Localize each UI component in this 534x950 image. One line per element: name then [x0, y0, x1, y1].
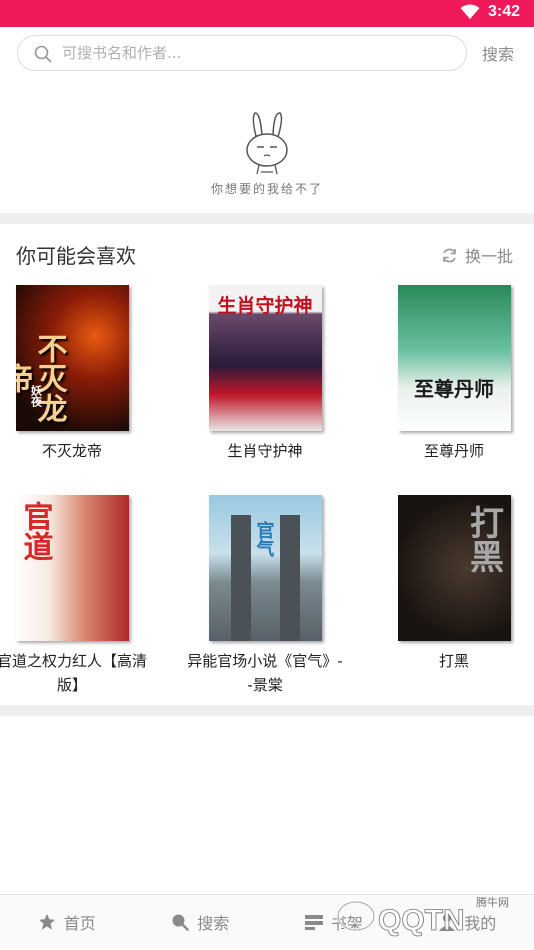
book-cover: 不灭龙帝 妖夜 [16, 285, 129, 431]
book-cover: 生肖守护神 [209, 285, 322, 431]
empty-state: 你想要的我给不了 [0, 80, 534, 213]
section-title: 你可能会喜欢 [16, 240, 136, 269]
gate-right [280, 515, 300, 641]
book-title: 至尊丹师 [374, 439, 534, 463]
book-cover: 官道 [16, 495, 129, 641]
cover-author: 妖夜 [28, 385, 44, 407]
book-title: 打黑 [374, 649, 534, 673]
status-bar: 3:42 [0, 0, 534, 27]
gate-left [231, 515, 251, 641]
book-item[interactable]: 生肖守护神 生肖守护神 [185, 285, 345, 463]
nav-label: 搜索 [197, 910, 229, 934]
book-item[interactable]: 至尊丹师 至尊丹师 [374, 285, 534, 463]
book-title: 生肖守护神 [185, 439, 345, 463]
rabbit-illustration [237, 110, 299, 176]
cover-title: 官气 [255, 521, 277, 557]
book-cover: 官气 [209, 495, 322, 641]
cover-title: 至尊丹师 [398, 373, 511, 402]
status-time: 3:42 [488, 3, 520, 21]
refresh-button[interactable]: 换一批 [441, 243, 513, 267]
search-input[interactable] [62, 36, 452, 70]
book-cover: 打黑 [398, 495, 511, 641]
search-box[interactable] [17, 35, 467, 71]
section-divider [0, 213, 534, 224]
nav-profile[interactable]: 我的 [401, 895, 534, 949]
nav-label: 我的 [464, 910, 496, 934]
empty-message: 你想要的我给不了 [0, 180, 534, 197]
nav-home[interactable]: 首页 [0, 895, 134, 949]
cover-title: 生肖守护神 [209, 291, 322, 318]
book-title: 不灭龙帝 [0, 439, 152, 463]
nav-bookshelf[interactable]: 书架 [267, 895, 401, 949]
nav-label: 首页 [64, 910, 96, 934]
book-title: 官道之权力红人【高清版】 [0, 649, 152, 697]
cover-title: 打黑 [466, 505, 506, 573]
refresh-icon [441, 247, 458, 264]
bookshelf-icon [305, 914, 323, 930]
status-icons: 3:42 [460, 3, 520, 21]
book-item[interactable]: 官道 官道之权力红人【高清版】 [0, 495, 152, 697]
book-title: 异能官场小说《官气》--景棠 [185, 649, 345, 697]
search-icon [171, 913, 189, 931]
bottom-nav: 首页 搜索 书架 我的 [0, 894, 534, 949]
refresh-label: 换一批 [465, 243, 513, 267]
search-row: 搜索 [0, 27, 534, 79]
book-item[interactable]: 不灭龙帝 妖夜 不灭龙帝 [0, 285, 152, 463]
cover-title: 不灭龙帝 [26, 325, 66, 431]
search-button[interactable]: 搜索 [482, 41, 514, 65]
nav-label: 书架 [331, 910, 363, 934]
user-icon [438, 913, 456, 931]
star-icon [38, 913, 56, 931]
cover-title: 官道 [20, 501, 54, 561]
book-item[interactable]: 打黑 打黑 [374, 495, 534, 673]
book-cover: 至尊丹师 [398, 285, 511, 431]
nav-search[interactable]: 搜索 [134, 895, 268, 949]
book-item[interactable]: 官气 异能官场小说《官气》--景棠 [185, 495, 345, 697]
search-icon [34, 45, 52, 63]
wifi-icon [460, 4, 480, 20]
section-divider [0, 705, 534, 716]
